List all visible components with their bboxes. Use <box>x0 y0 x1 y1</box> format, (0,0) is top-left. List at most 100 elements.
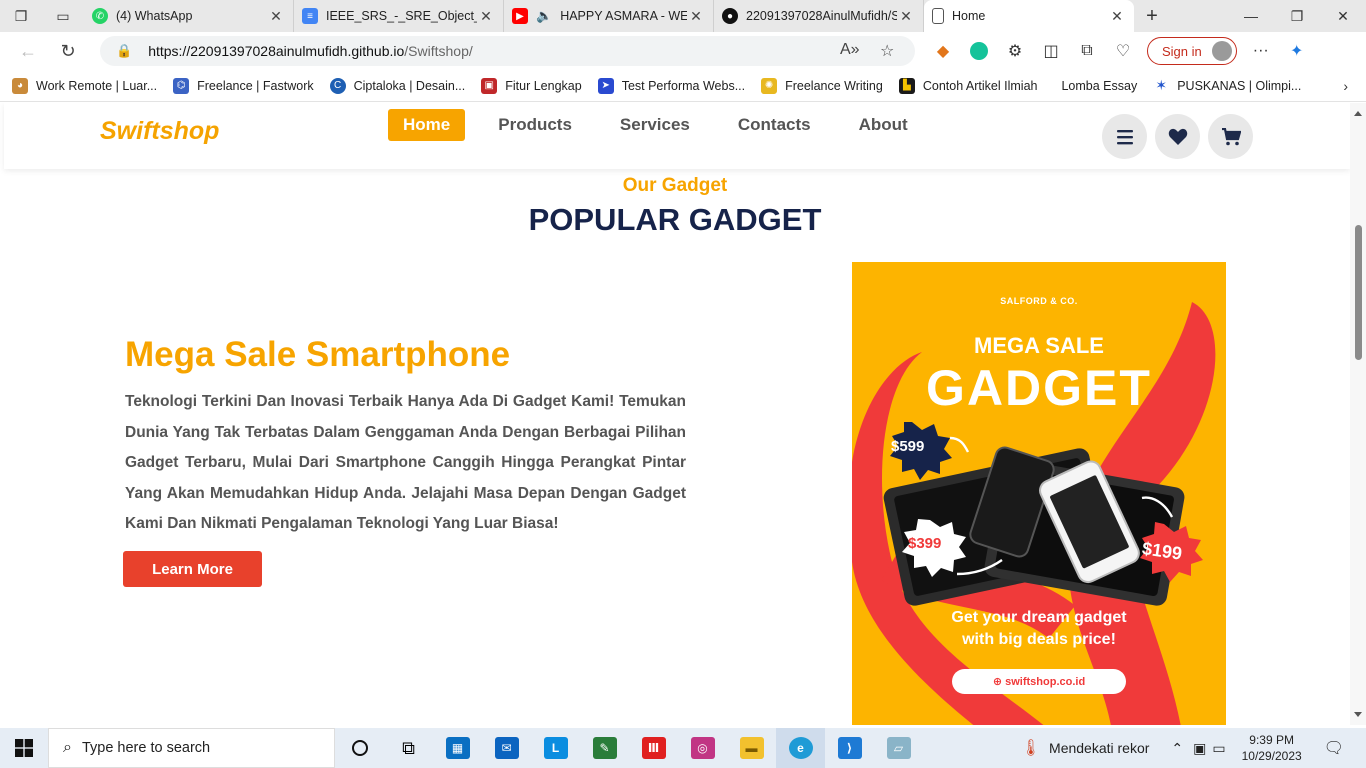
youtube-icon: ▶ <box>512 8 528 24</box>
nav-contacts[interactable]: Contacts <box>723 109 826 141</box>
notifications-icon[interactable]: 🗨 <box>1324 738 1344 758</box>
bookmark-item[interactable]: ➤ Test Performa Webs... <box>597 77 745 94</box>
bookmark-label: Ciptaloka | Desain... <box>353 78 466 93</box>
bookmark-item[interactable]: Lomba Essay <box>1061 79 1137 93</box>
notes-app-icon[interactable]: ▱ <box>874 728 923 768</box>
url-bar[interactable]: 🔒 https://22091397028ainulmufidh.github.… <box>100 36 915 66</box>
bookmark-item[interactable]: C Ciptaloka | Desain... <box>329 77 466 94</box>
file-explorer-icon[interactable]: ▬ <box>727 728 776 768</box>
close-tab-icon[interactable]: ✕ <box>897 8 915 25</box>
page-scrollbar[interactable] <box>1350 103 1366 725</box>
favorite-star-icon[interactable]: ☆ <box>880 41 894 61</box>
mendeley-icon[interactable]: Ⅲ <box>629 728 678 768</box>
mail-icon[interactable]: ✉ <box>482 728 531 768</box>
tab-actions-icon[interactable]: ▭ <box>42 0 84 32</box>
nav-about[interactable]: About <box>844 109 923 141</box>
lock-icon[interactable]: 🔒 <box>116 43 132 59</box>
sign-in-label: Sign in <box>1162 43 1202 59</box>
scrollbar-thumb[interactable] <box>1355 225 1362 360</box>
new-tab-icon[interactable]: + <box>1134 5 1170 28</box>
speaker-icon[interactable]: 🔈 <box>536 8 552 24</box>
browser-essentials-icon[interactable]: ♡ <box>1105 32 1141 70</box>
section-title: POPULAR GADGET <box>528 202 822 237</box>
bookmark-item[interactable]: ✶ PUSKANAS | Olimpi... <box>1153 77 1302 94</box>
copilot-icon[interactable]: ✦ <box>1279 32 1315 70</box>
github-icon: ● <box>722 8 738 24</box>
more-menu-icon[interactable]: ··· <box>1243 32 1279 70</box>
nav-products[interactable]: Products <box>483 109 587 141</box>
nav-home[interactable]: Home <box>388 109 466 141</box>
taskbar-clock[interactable]: 9:39 PM 10/29/2023 <box>1242 732 1302 764</box>
weather-label[interactable]: Mendekati rekor <box>1049 740 1149 756</box>
sign-in-button[interactable]: Sign in <box>1147 37 1237 65</box>
header-actions <box>1102 114 1261 159</box>
meet-now-icon[interactable]: ▣ <box>1193 740 1206 757</box>
promo-title: Mega Sale Smartphone <box>125 335 511 374</box>
instagram-icon[interactable]: ◎ <box>678 728 727 768</box>
page-icon <box>932 8 944 24</box>
scroll-up-icon[interactable] <box>1354 111 1362 116</box>
task-view-icon[interactable]: ⧉ <box>384 728 433 768</box>
bookmark-item[interactable]: ⌬ Freelance | Fastwork <box>173 77 314 94</box>
close-window-icon[interactable]: ✕ <box>1320 0 1366 32</box>
browser-tab[interactable]: ● 22091397028AinulMufidh/S ✕ <box>714 0 924 32</box>
hamburger-menu-icon[interactable] <box>1102 114 1147 159</box>
section-subtitle: Our Gadget <box>622 175 728 196</box>
browser-tab[interactable]: ▶ 🔈 HAPPY ASMARA - WES ✕ <box>504 0 714 32</box>
chevron-up-icon[interactable]: ⌃ <box>1171 740 1183 757</box>
metamask-icon[interactable]: ◆ <box>925 32 961 70</box>
bookmark-item[interactable]: ◕ Work Remote | Luar... <box>12 77 157 94</box>
grammarly-icon[interactable] <box>961 32 997 70</box>
browser-tab-active[interactable]: Home ✕ <box>924 0 1134 32</box>
nav-services[interactable]: Services <box>605 109 705 141</box>
chevron-right-icon[interactable]: › <box>1343 78 1348 94</box>
bookmark-label: PUSKANAS | Olimpi... <box>1177 78 1302 93</box>
collections-icon[interactable]: ⧉ <box>1069 32 1105 70</box>
close-tab-icon[interactable]: ✕ <box>1108 8 1126 25</box>
read-aloud-icon[interactable]: A» <box>840 41 860 59</box>
search-icon: ⌕ <box>63 739 72 756</box>
bookmark-item[interactable]: ✺ Freelance Writing <box>761 77 883 94</box>
vscode-icon[interactable]: ⟩ <box>825 728 874 768</box>
lark-icon[interactable]: L <box>531 728 580 768</box>
close-tab-icon[interactable]: ✕ <box>477 8 495 25</box>
back-icon[interactable]: ← <box>8 32 48 70</box>
bookmark-item[interactable]: ▣ Fitur Lengkap <box>481 77 582 94</box>
browser-tab[interactable]: ≡ IEEE_SRS_-_SRE_Object_Orie ✕ <box>294 0 504 32</box>
poster-headline-small: MEGA SALE <box>974 333 1104 358</box>
taskbar-search[interactable]: ⌕ Type here to search <box>48 728 335 768</box>
thermometer-icon[interactable]: 🌡 <box>1021 738 1041 758</box>
site-logo[interactable]: Swiftshop <box>100 117 219 146</box>
bookmark-item[interactable]: ▙ Contoh Artikel Ilmiah <box>898 77 1037 94</box>
poster-url: ⊕ swiftshop.co.id <box>952 675 1126 688</box>
cart-icon[interactable] <box>1208 114 1253 159</box>
heart-icon[interactable] <box>1155 114 1200 159</box>
refresh-icon[interactable]: ↻ <box>48 32 88 70</box>
clock-date: 10/29/2023 <box>1241 749 1302 763</box>
edge-icon[interactable]: e <box>776 728 825 768</box>
windows-taskbar: ⌕ Type here to search ⧉ ▦ ✉ L ✎ Ⅲ ◎ ▬ e … <box>0 728 1366 768</box>
network-icon[interactable]: ▭ <box>1212 740 1225 757</box>
poster-headline-large: GADGET <box>926 360 1152 416</box>
close-tab-icon[interactable]: ✕ <box>687 8 705 25</box>
window-controls: — ❐ ✕ <box>1228 0 1366 32</box>
workspaces-icon[interactable]: ❐ <box>0 0 42 32</box>
scroll-down-icon[interactable] <box>1354 712 1362 717</box>
avatar <box>1211 41 1232 61</box>
article-icon: ▙ <box>898 77 915 94</box>
learn-more-button[interactable]: Learn More <box>123 551 262 587</box>
poster-tagline-2: with big deals price! <box>962 631 1116 648</box>
windows-start-icon[interactable] <box>0 728 48 768</box>
browser-tab[interactable]: ✆ (4) WhatsApp ✕ <box>84 0 294 32</box>
minimize-icon[interactable]: — <box>1228 0 1274 32</box>
bookmark-label: Freelance | Fastwork <box>197 78 314 93</box>
bookmark-label: Fitur Lengkap <box>505 78 582 93</box>
restore-icon[interactable]: ❐ <box>1274 0 1320 32</box>
store-icon[interactable]: ▦ <box>433 728 482 768</box>
docs-icon: ≡ <box>302 8 318 24</box>
close-tab-icon[interactable]: ✕ <box>267 8 285 25</box>
extensions-icon[interactable]: ⚙ <box>997 32 1033 70</box>
cortana-icon[interactable] <box>335 728 384 768</box>
inkscape-icon[interactable]: ✎ <box>580 728 629 768</box>
split-screen-icon[interactable]: ◫ <box>1033 32 1069 70</box>
